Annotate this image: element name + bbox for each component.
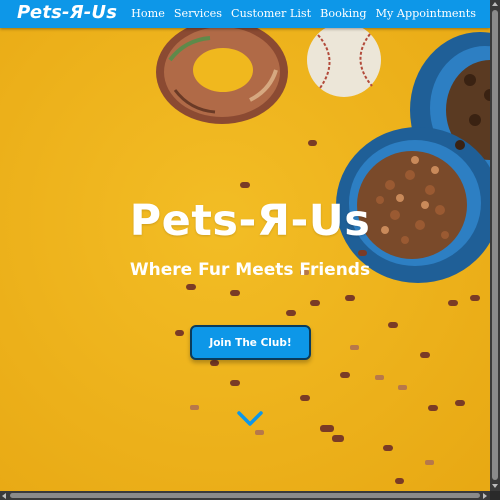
join-club-button[interactable]: Join The Club! — [190, 325, 311, 360]
scroll-left-arrow-icon[interactable] — [2, 493, 6, 499]
horizontal-scroll-thumb[interactable] — [10, 493, 480, 498]
chevron-down-icon[interactable] — [236, 410, 264, 428]
scrollbar-corner — [490, 491, 500, 500]
hero-title: Pets-Я-Us — [129, 196, 371, 246]
scroll-right-arrow-icon[interactable] — [483, 493, 487, 499]
nav-link-my-appointments[interactable]: My Appointments — [376, 7, 476, 20]
brand-logo[interactable]: Pets-Я-Us — [17, 2, 117, 23]
scroll-down-arrow-icon[interactable] — [492, 484, 498, 488]
nav-link-services[interactable]: Services — [174, 7, 222, 20]
scroll-up-arrow-icon[interactable] — [492, 2, 498, 6]
horizontal-scrollbar[interactable] — [0, 491, 490, 500]
hero-tagline: Where Fur Meets Friends — [129, 260, 371, 280]
vertical-scroll-thumb[interactable] — [492, 10, 498, 480]
nav-link-booking[interactable]: Booking — [320, 7, 366, 20]
nav-link-customer-list[interactable]: Customer List — [231, 7, 311, 20]
nav-links: Home Services Customer List Booking My A… — [131, 7, 476, 20]
nav-link-home[interactable]: Home — [131, 7, 165, 20]
top-navbar: Pets-Я-Us Home Services Customer List Bo… — [0, 0, 490, 28]
vertical-scrollbar[interactable] — [490, 0, 500, 491]
landing-page: Pets-Я-Us Home Services Customer List Bo… — [0, 0, 500, 500]
